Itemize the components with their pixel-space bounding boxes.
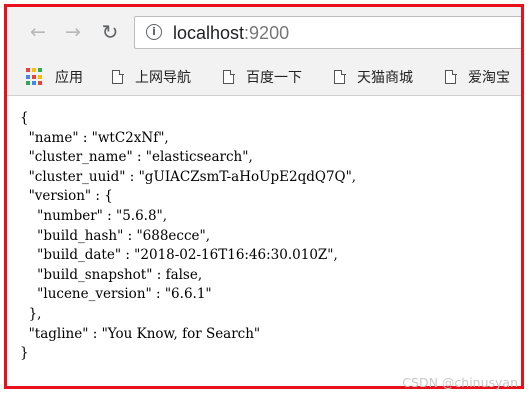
json-line: "cluster_uuid" : "gUIACZsmT-aHoUpE2qdQ7Q… bbox=[20, 168, 357, 185]
json-line: }, bbox=[20, 305, 42, 322]
page-content: { "name" : "wtC2xNf", "cluster_name" : "… bbox=[7, 96, 521, 386]
json-line: "build_hash" : "688ecce", bbox=[20, 227, 211, 244]
url-port: :9200 bbox=[244, 23, 290, 43]
reload-icon[interactable]: ↻ bbox=[99, 21, 121, 43]
json-line: "build_snapshot" : false, bbox=[20, 266, 203, 283]
json-line: "lucene_version" : "6.6.1" bbox=[20, 286, 212, 303]
bookmark-baidu[interactable]: 百度一下 bbox=[223, 66, 302, 88]
bookmark-shangwang-daohang[interactable]: 上网导航 bbox=[112, 66, 191, 88]
json-line: "version" : { bbox=[20, 188, 113, 205]
bookmark-aitaobao[interactable]: 爱淘宝 bbox=[445, 66, 510, 88]
back-arrow-icon[interactable]: ← bbox=[27, 21, 49, 43]
page-icon bbox=[112, 69, 124, 84]
screenshot-frame: ← → ↻ i localhost:9200 应用 上网导航 百度一下 天猫商城 bbox=[4, 4, 524, 389]
url-text[interactable]: localhost:9200 bbox=[173, 22, 289, 44]
json-line: "number" : "5.6.8", bbox=[20, 207, 168, 224]
json-line: "name" : "wtC2xNf", bbox=[20, 129, 169, 146]
page-icon bbox=[334, 69, 346, 84]
browser-toolbar: ← → ↻ i localhost:9200 bbox=[7, 7, 521, 59]
bookmark-apps[interactable]: 应用 bbox=[26, 66, 83, 88]
json-line: } bbox=[20, 345, 29, 362]
json-line: "tagline" : "You Know, for Search" bbox=[20, 325, 261, 342]
bookmark-tmall[interactable]: 天猫商城 bbox=[334, 66, 413, 88]
json-line: { bbox=[20, 110, 29, 126]
url-host: localhost bbox=[173, 23, 245, 43]
address-bar[interactable]: i localhost:9200 bbox=[134, 16, 521, 49]
bookmarks-bar: 应用 上网导航 百度一下 天猫商城 爱淘宝 bbox=[7, 59, 521, 96]
page-icon bbox=[223, 69, 235, 84]
json-line: "build_date" : "2018-02-16T16:46:30.010Z… bbox=[20, 247, 338, 264]
forward-arrow-icon[interactable]: → bbox=[62, 21, 84, 43]
json-response: { "name" : "wtC2xNf", "cluster_name" : "… bbox=[20, 109, 356, 364]
watermark: CSDN @chinusyan bbox=[402, 375, 518, 390]
bookmark-label: 百度一下 bbox=[246, 70, 302, 86]
info-icon[interactable]: i bbox=[146, 24, 162, 40]
apps-grid-icon bbox=[26, 68, 44, 86]
bookmark-label: 爱淘宝 bbox=[468, 70, 510, 86]
bookmark-label: 应用 bbox=[55, 70, 83, 86]
json-line: "cluster_name" : "elasticsearch", bbox=[20, 149, 253, 166]
page-icon bbox=[445, 69, 457, 84]
bookmark-label: 上网导航 bbox=[135, 70, 191, 86]
bookmark-label: 天猫商城 bbox=[357, 70, 413, 86]
